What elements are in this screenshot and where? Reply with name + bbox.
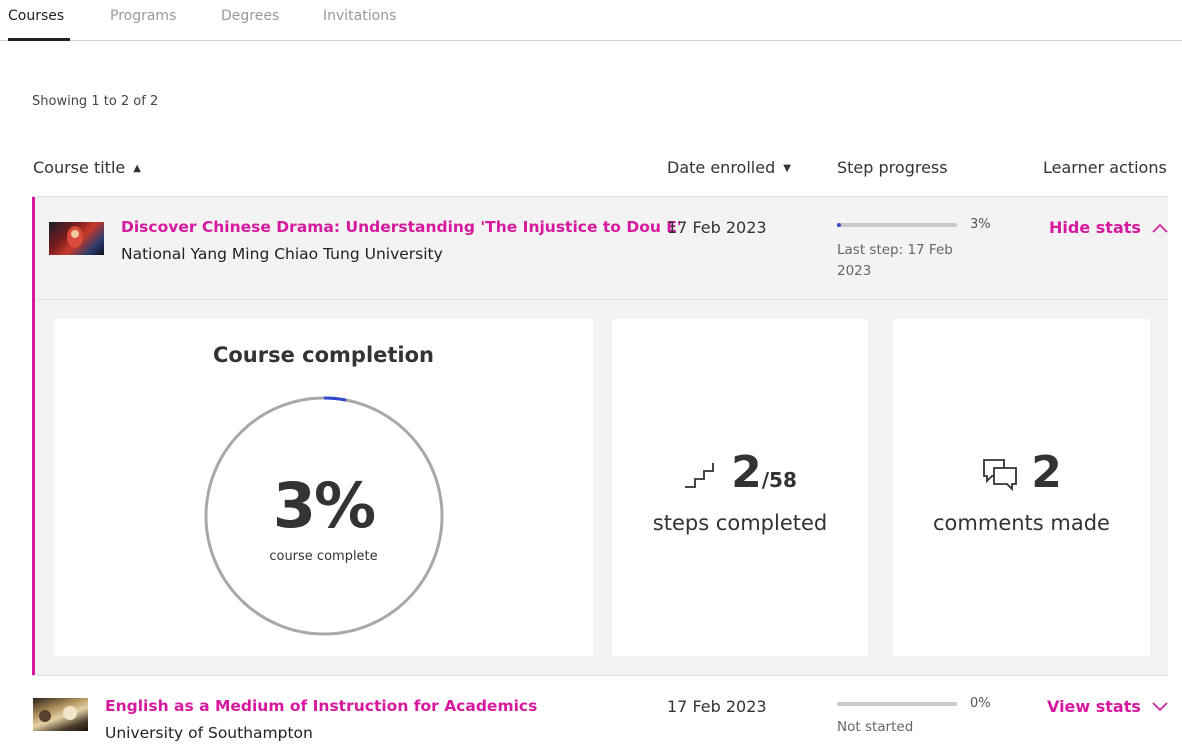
header-course-title[interactable]: Course title ▲ [33, 158, 141, 177]
step-progress-bar [837, 702, 957, 706]
view-stats-button[interactable]: View stats [1047, 697, 1168, 716]
date-enrolled: 17 Feb 2023 [667, 218, 767, 237]
chevron-up-icon [1147, 218, 1168, 237]
course-university: University of Southampton [105, 724, 313, 742]
steps-completed-card: 2/58 steps completed [612, 319, 868, 656]
comments-made-label: comments made [933, 511, 1110, 535]
stairs-icon [683, 461, 719, 495]
tab-degrees[interactable]: Degrees [221, 8, 279, 24]
header-date-enrolled[interactable]: Date enrolled ▼ [667, 158, 791, 177]
steps-stat: 2/58 [612, 447, 868, 498]
hide-stats-button[interactable]: Hide stats [1049, 218, 1168, 237]
view-stats-label: View stats [1046, 697, 1141, 716]
tab-bar: Courses Programs Degrees Invitations [0, 0, 1182, 41]
thumbnail-figure [39, 710, 51, 722]
header-step-progress: Step progress [837, 158, 948, 177]
caret-up-icon: ▲ [133, 163, 141, 174]
completion-percent: 3% [272, 469, 376, 542]
date-enrolled: 17 Feb 2023 [667, 697, 767, 716]
steps-completed-label: steps completed [652, 511, 828, 535]
header-course-title-label: Course title [33, 158, 126, 177]
tab-courses[interactable]: Courses [8, 8, 64, 24]
chevron-down-icon [1147, 697, 1168, 716]
comments-icon [981, 457, 1019, 495]
progress-status: Not started [837, 719, 914, 735]
course-thumbnail[interactable] [33, 698, 88, 731]
row-divider [35, 299, 1168, 300]
completion-caption: course complete [269, 549, 378, 564]
course-thumbnail[interactable] [49, 222, 104, 255]
results-count: Showing 1 to 2 of 2 [32, 94, 159, 109]
course-completion-card: Course completion 3% course complete [54, 319, 593, 656]
step-progress-percent: 3% [970, 217, 991, 232]
thumbnail-face [71, 230, 79, 238]
active-tab-indicator [8, 38, 70, 41]
comments-made-card: 2 comments made [893, 319, 1150, 656]
hide-stats-label: Hide stats [1049, 218, 1141, 237]
tab-programs[interactable]: Programs [110, 8, 176, 24]
course-university: National Yang Ming Chiao Tung University [121, 245, 443, 263]
row-divider [32, 675, 1168, 676]
header-date-enrolled-label: Date enrolled [667, 158, 776, 177]
tab-invitations[interactable]: Invitations [323, 8, 396, 24]
course-title-link[interactable]: English as a Medium of Instruction for A… [105, 697, 537, 715]
header-learner-actions: Learner actions [1043, 158, 1167, 177]
course-completion-title: Course completion [212, 343, 435, 367]
step-progress-percent: 0% [970, 696, 991, 711]
caret-down-icon: ▼ [783, 163, 791, 174]
step-progress-fill [837, 223, 841, 227]
last-step-date: Last step: 17 Feb 2023 [837, 242, 953, 279]
step-progress-bar [837, 223, 957, 227]
course-title-link[interactable]: Discover Chinese Drama: Understanding 'T… [121, 218, 682, 236]
steps-completed-count: 2 [731, 447, 762, 498]
thumbnail-figure [63, 706, 77, 720]
steps-total: /58 [761, 468, 797, 492]
comments-count: 2 [1031, 447, 1062, 498]
comments-stat: 2 [893, 447, 1150, 498]
